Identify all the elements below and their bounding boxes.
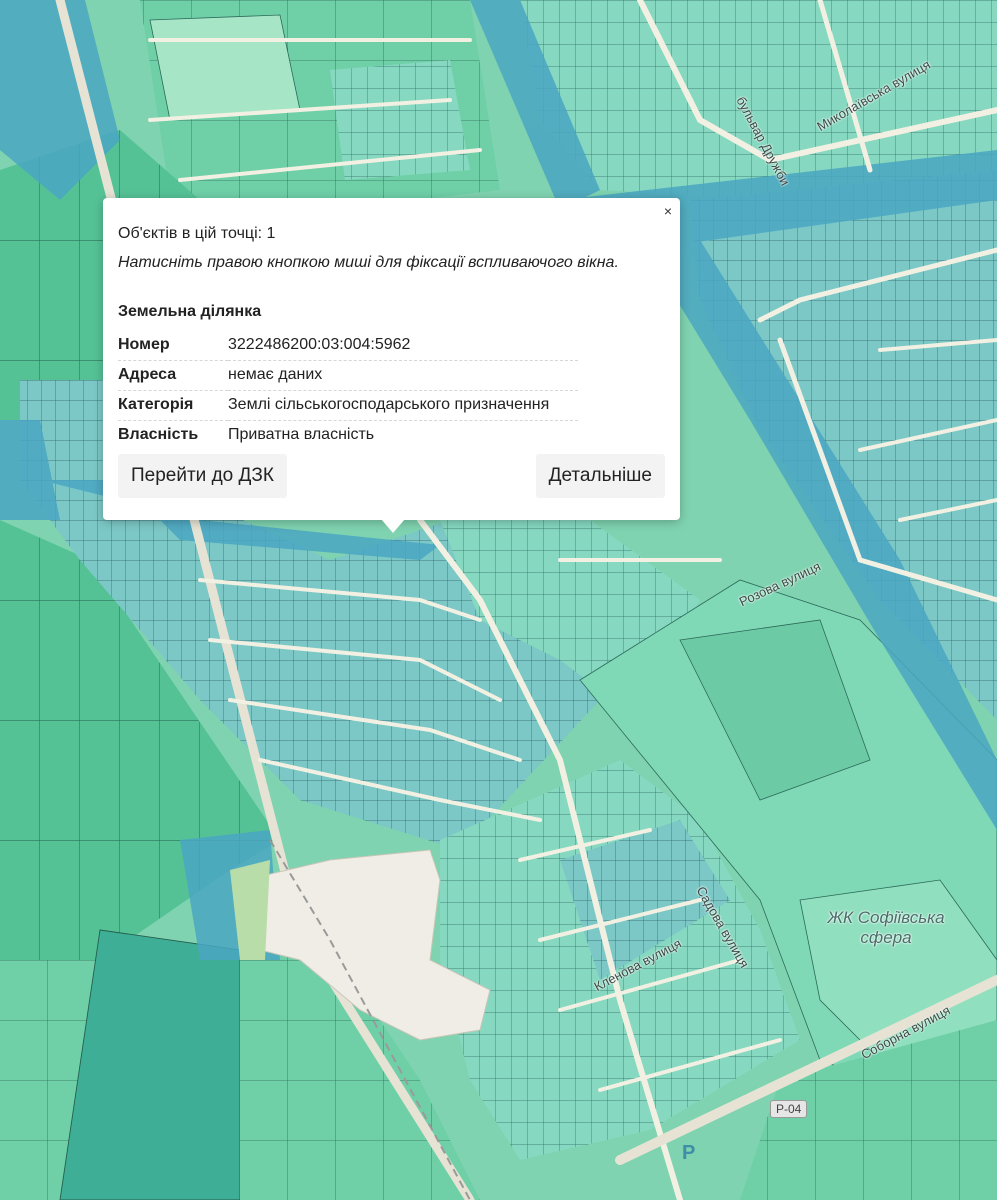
row-key: Номер [118,331,228,361]
parking-icon[interactable]: P [682,1142,695,1165]
row-value: Землі сільськогосподарського призначення [228,390,578,421]
details-button[interactable]: Детальніше [535,454,665,498]
objects-count: Об'єктів в цій точці: 1 [118,225,276,242]
table-row: Власність Приватна власність [118,421,578,451]
popup-heading: Земельна ділянка [118,303,262,320]
complex-label: ЖК Софіївська сфера [827,908,945,947]
cadastral-map[interactable] [0,0,997,1200]
table-row: Адреса немає даних [118,360,578,391]
go-to-dzk-button[interactable]: Перейти до ДЗК [118,454,287,498]
close-icon[interactable]: × [664,204,672,218]
row-key: Адреса [118,360,228,391]
parcel-popup: × Об'єктів в цій точці: 1 Натисніть прав… [103,198,680,520]
popup-pointer [381,519,405,533]
table-row: Номер 3222486200:03:004:5962 [118,331,578,361]
row-value: 3222486200:03:004:5962 [228,331,578,361]
row-key: Власність [118,426,199,443]
popup-hint: Натисніть правою кнопкою миші для фіксац… [118,254,619,271]
row-value: немає даних [228,360,578,391]
table-row: Категорія Землі сільськогосподарського п… [118,390,578,421]
route-badge: Р-04 [770,1100,808,1118]
row-key: Категорія [118,390,228,421]
row-value: Приватна власність [228,426,375,443]
parcel-info-table: Номер 3222486200:03:004:5962 Адреса нема… [118,331,578,450]
